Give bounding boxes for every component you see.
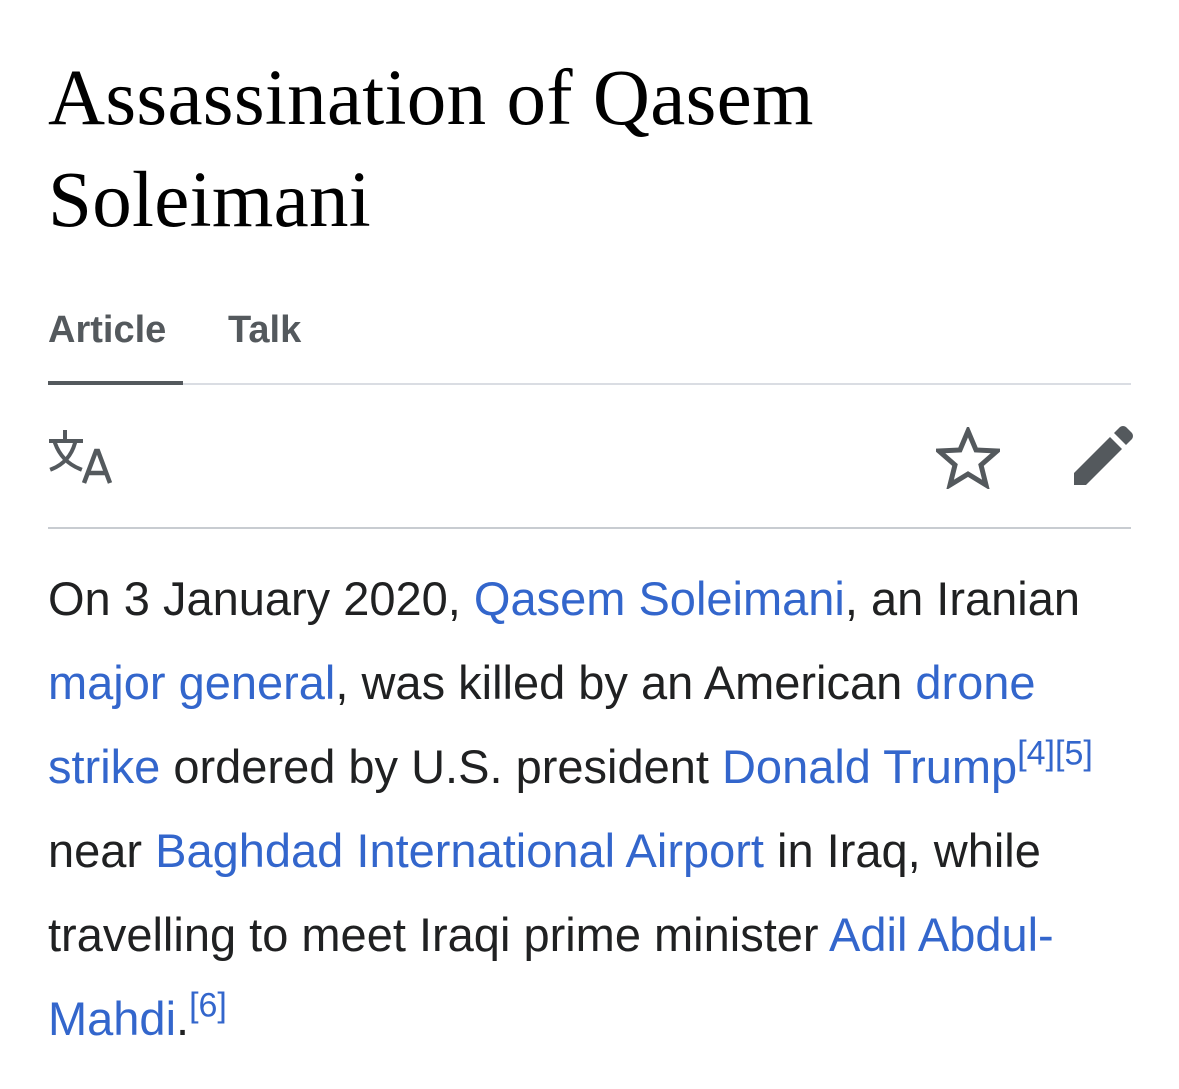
citation-5-link[interactable]: [5] bbox=[1055, 734, 1093, 772]
article-text: On 3 January 2020, bbox=[48, 572, 474, 625]
watch-star-icon[interactable] bbox=[936, 427, 1000, 489]
tab-article[interactable]: Article bbox=[48, 305, 183, 385]
page-title-line-1: Assassination of Qasem bbox=[48, 55, 814, 142]
link-major-general[interactable]: major general bbox=[48, 656, 335, 709]
page-actions-toolbar bbox=[48, 385, 1134, 529]
link-baghdad-international-airport[interactable]: Baghdad International Airport bbox=[155, 824, 764, 877]
article-text: . bbox=[176, 992, 190, 1045]
citation-4[interactable]: [4] bbox=[1017, 734, 1055, 772]
citation-5[interactable]: [5] bbox=[1055, 734, 1093, 772]
link-qasem-soleimani[interactable]: Qasem Soleimani bbox=[474, 572, 845, 625]
page-tabs: Article Talk bbox=[48, 305, 1131, 385]
language-icon[interactable] bbox=[48, 429, 114, 485]
citation-6-link[interactable]: [6] bbox=[189, 986, 227, 1024]
citation-4-link[interactable]: [4] bbox=[1017, 734, 1055, 772]
page-title-line-2: Soleimani bbox=[48, 157, 372, 244]
edit-pencil-icon[interactable] bbox=[1070, 425, 1134, 489]
citation-6[interactable]: [6] bbox=[189, 986, 227, 1024]
link-donald-trump[interactable]: Donald Trump bbox=[722, 740, 1017, 793]
article-text: , was killed by an American bbox=[335, 656, 916, 709]
article-lead-paragraph: On 3 January 2020, Qasem Soleimani, an I… bbox=[48, 557, 1148, 1061]
article-text: ordered by U.S. president bbox=[160, 740, 722, 793]
article-text: , an Iranian bbox=[844, 572, 1081, 625]
page-title: Assassination of Qasem Soleimani bbox=[48, 48, 1138, 252]
article-text: near bbox=[48, 824, 156, 877]
tab-talk[interactable]: Talk bbox=[228, 305, 301, 383]
